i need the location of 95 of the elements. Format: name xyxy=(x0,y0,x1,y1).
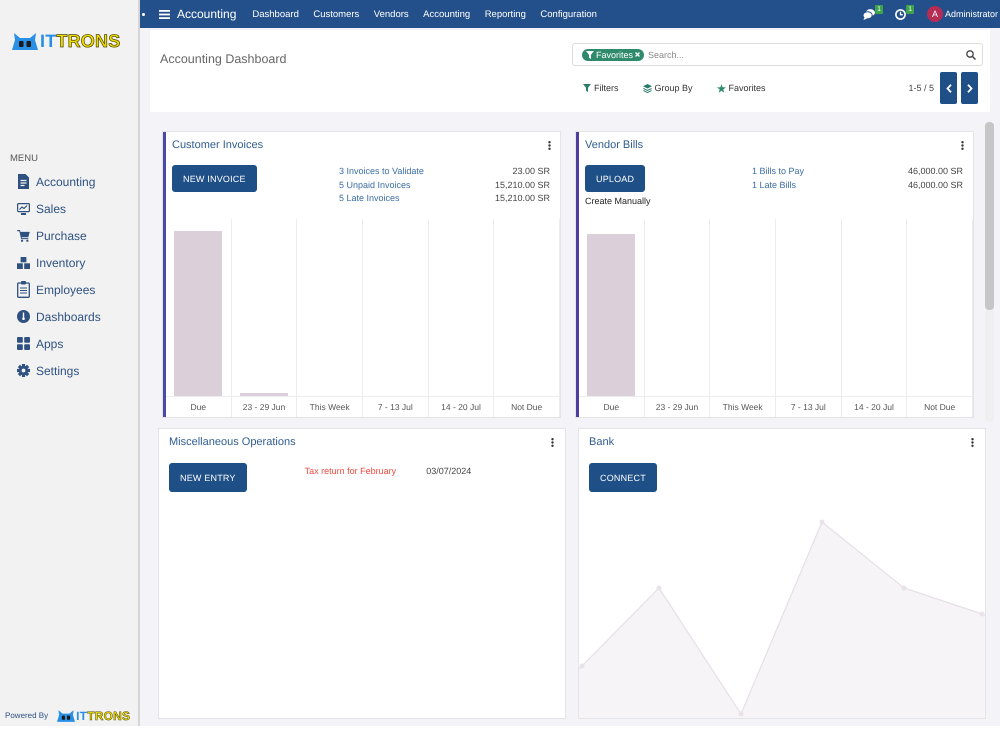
stat-amount: 46,000.00 SR xyxy=(908,165,963,178)
menu-icon[interactable] xyxy=(159,10,170,18)
pager-value: 1-5 / 5 xyxy=(908,83,934,93)
stat-link[interactable]: 5 Late Invoices xyxy=(339,192,400,206)
more-options-icon[interactable] xyxy=(971,438,974,446)
sidebar-item[interactable]: Sales xyxy=(17,195,66,222)
sidebar-item[interactable]: Settings xyxy=(17,357,80,384)
axis-label: 14 - 20 Jul xyxy=(441,402,481,412)
stat-link[interactable]: 5 Unpaid Invoices xyxy=(339,178,411,192)
search-field[interactable]: Favorites Search... xyxy=(572,43,983,66)
activity-text[interactable]: Tax return for February xyxy=(304,466,396,476)
axis-label: Not Due xyxy=(924,402,956,412)
filter-icon xyxy=(583,84,591,92)
boxes-icon xyxy=(17,256,30,268)
clipboard-icon xyxy=(17,281,30,298)
stat-link[interactable]: 1 Late Bills xyxy=(752,178,796,192)
sidebar-item[interactable]: Accounting xyxy=(17,168,96,195)
sidebar-item[interactable]: Dashboards xyxy=(17,303,101,330)
data-point xyxy=(656,586,662,590)
stat-amount: 15,210.00 SR xyxy=(494,178,550,192)
stat-amount: 46,000.00 SR xyxy=(908,178,963,192)
grid-icon xyxy=(17,337,30,350)
data-point xyxy=(902,586,906,590)
stat-amount: 23.00 SR xyxy=(512,165,550,178)
document-icon xyxy=(17,174,30,189)
dot-icon xyxy=(142,12,145,16)
sidebar-item[interactable]: Apps xyxy=(17,330,64,357)
star-icon xyxy=(716,84,726,92)
app-name[interactable]: Accounting xyxy=(177,7,236,21)
layers-icon xyxy=(642,84,652,92)
facet-chip[interactable]: Favorites xyxy=(582,48,644,60)
axis-label: Due xyxy=(190,402,206,412)
more-options-icon[interactable] xyxy=(548,140,551,150)
axis-label: 14 - 20 Jul xyxy=(854,402,894,412)
axis-label: This Week xyxy=(722,402,763,412)
toolbar-button[interactable]: Group By xyxy=(642,83,693,93)
filter-icon xyxy=(586,50,594,58)
breadcrumb: Accounting Dashboard xyxy=(160,52,286,66)
card-title[interactable]: Vendor Bills xyxy=(585,138,644,152)
more-options-icon[interactable] xyxy=(551,438,554,446)
previous-page-button[interactable] xyxy=(940,72,957,104)
action-button[interactable]: NEW INVOICE xyxy=(172,165,257,192)
stat-amount: 15,210.00 SR xyxy=(494,192,550,205)
user-avatar[interactable]: A xyxy=(926,6,943,22)
powered-by-text: Powered By xyxy=(5,711,48,721)
logo-text: ITTRONS xyxy=(76,710,130,722)
axis-label: This Week xyxy=(310,402,350,412)
nav-menu-item[interactable]: Customers xyxy=(313,8,360,20)
axis-label: 23 - 29 Jun xyxy=(242,402,286,412)
chevron-right-icon xyxy=(966,84,972,92)
gauge-icon xyxy=(17,310,30,323)
more-options-icon[interactable] xyxy=(961,140,964,150)
bar xyxy=(240,393,288,396)
stat-link[interactable]: 1 Bills to Pay xyxy=(752,165,804,178)
scrollbar-thumb[interactable] xyxy=(985,122,994,310)
sidebar-item[interactable]: Inventory xyxy=(17,249,86,276)
toolbar-button[interactable]: Filters xyxy=(583,83,618,93)
axis-label: Not Due xyxy=(511,402,542,412)
card-title[interactable]: Bank xyxy=(589,435,614,449)
card-title[interactable]: Miscellaneous Operations xyxy=(169,435,296,449)
nav-menu-item[interactable]: Dashboard xyxy=(252,8,299,20)
action-button[interactable]: UPLOAD xyxy=(585,165,646,192)
create-link[interactable]: Create Manually xyxy=(585,196,651,207)
action-button[interactable]: NEW ENTRY xyxy=(169,463,247,492)
menu-heading: MENU xyxy=(10,153,38,164)
search-icon[interactable] xyxy=(966,50,976,60)
toolbar-button[interactable]: Favorites xyxy=(716,83,766,93)
action-button[interactable]: CONNECT xyxy=(589,463,657,492)
robot-icon xyxy=(57,710,76,722)
cart-icon xyxy=(17,230,30,242)
nav-menu-item[interactable]: Configuration xyxy=(540,8,597,20)
axis-label: Due xyxy=(604,402,620,412)
close-icon[interactable] xyxy=(635,52,640,57)
axis-label: 7 - 13 Jul xyxy=(790,402,826,412)
card-title[interactable]: Customer Invoices xyxy=(172,138,264,152)
chevron-left-icon xyxy=(946,84,952,92)
activity-date: 03/07/2024 xyxy=(426,466,472,476)
robot-icon xyxy=(12,32,38,50)
sidebar-item[interactable]: Employees xyxy=(17,276,96,303)
axis-label: 23 - 29 Jun xyxy=(656,402,698,412)
settings-icon xyxy=(17,364,30,377)
data-point xyxy=(820,520,824,524)
nav-menu-item[interactable]: Vendors xyxy=(374,8,409,20)
logo-text: ITTRONS xyxy=(40,32,120,50)
nav-menu-item[interactable]: Reporting xyxy=(484,8,526,20)
monitor-icon xyxy=(17,202,30,214)
next-page-button[interactable] xyxy=(961,72,978,104)
sidebar-item[interactable]: Purchase xyxy=(17,222,87,249)
stat-link[interactable]: 3 Invoices to Validate xyxy=(339,165,424,178)
axis-label: 7 - 13 Jul xyxy=(378,402,413,412)
data-point xyxy=(738,712,744,716)
chat-icon[interactable] xyxy=(863,8,876,20)
user-name[interactable]: Administrator xyxy=(944,9,998,19)
nav-menu-item[interactable]: Accounting xyxy=(423,8,470,20)
clock-icon[interactable] xyxy=(895,8,906,20)
